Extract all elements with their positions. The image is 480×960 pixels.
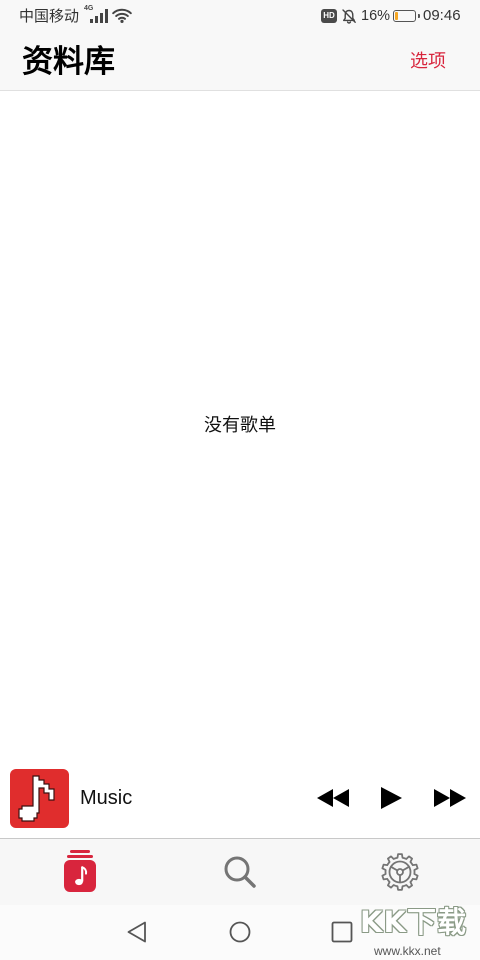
page-title: 资料库	[22, 44, 115, 80]
album-artwork[interactable]	[10, 769, 69, 828]
hd-icon: HD	[321, 9, 337, 23]
header: 资料库 选项	[0, 32, 480, 91]
fast-forward-icon[interactable]	[434, 789, 466, 807]
empty-playlists-message: 没有歌单	[204, 415, 276, 436]
signal-icon	[90, 9, 108, 23]
play-icon[interactable]	[381, 787, 402, 809]
rewind-icon[interactable]	[317, 789, 349, 807]
recents-icon[interactable]	[331, 921, 353, 943]
mute-bell-icon	[342, 9, 356, 24]
mini-player[interactable]: Music	[0, 766, 480, 839]
tab-settings[interactable]	[320, 839, 480, 905]
library-content: 没有歌单	[0, 91, 480, 766]
home-icon[interactable]	[229, 921, 251, 943]
carrier-name: 中国移动	[19, 7, 80, 25]
tab-bar	[0, 839, 480, 905]
wifi-icon	[112, 8, 132, 23]
track-title[interactable]: Music	[80, 787, 132, 809]
battery-icon	[393, 10, 420, 22]
battery-percent: 16%	[361, 8, 391, 24]
library-icon	[64, 850, 96, 892]
tab-search[interactable]	[160, 839, 320, 905]
options-button[interactable]: 选项	[410, 51, 446, 73]
battery-fill	[395, 12, 399, 20]
system-nav-bar	[0, 905, 480, 960]
status-bar: 中国移动 4G HD 16% 09:46	[0, 0, 480, 32]
back-icon[interactable]	[126, 921, 148, 943]
search-icon	[224, 856, 256, 888]
clock: 09:46	[423, 7, 461, 24]
tab-library[interactable]	[0, 839, 160, 905]
gear-icon	[381, 853, 419, 891]
music-note-icon	[18, 775, 55, 822]
